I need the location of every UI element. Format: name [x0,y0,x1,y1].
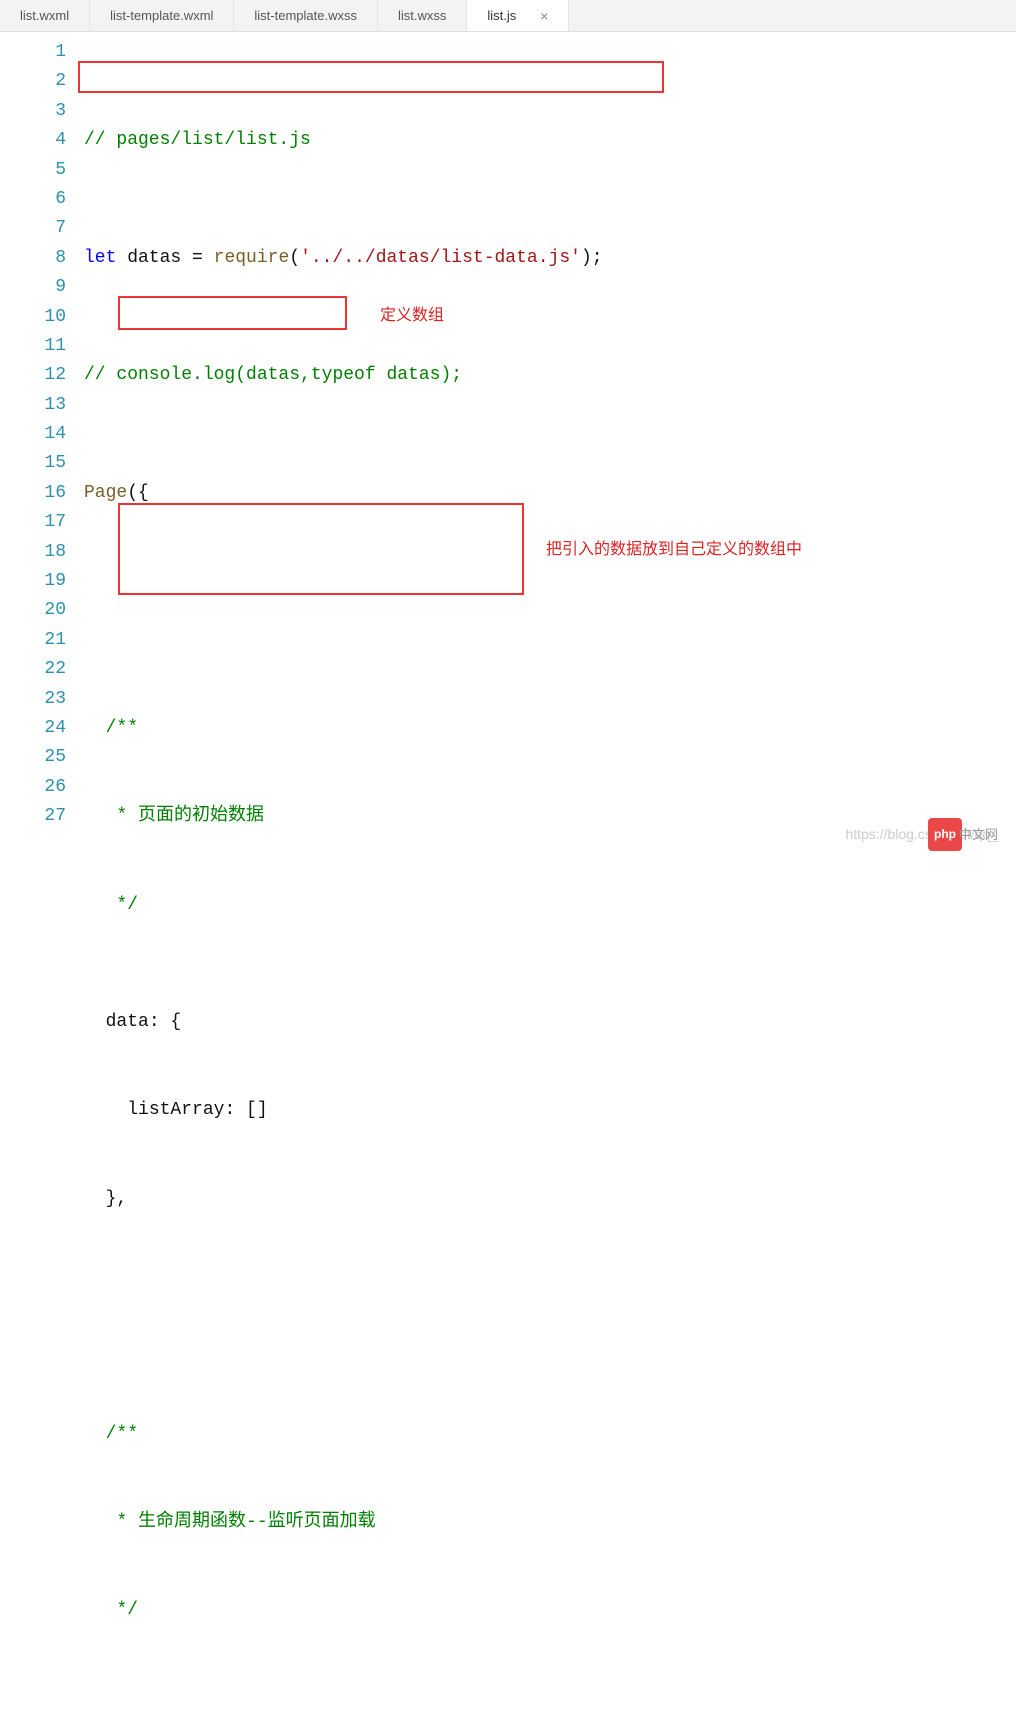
annotation-define-array: 定义数组 [380,301,444,330]
line-number: 15 [0,449,66,478]
line-number: 16 [0,479,66,508]
code-line: /** [84,1420,1016,1449]
line-number: 12 [0,361,66,390]
line-number: 23 [0,685,66,714]
logo-badge: php [928,818,962,851]
tab-list-template-wxml[interactable]: list-template.wxml [90,0,234,31]
code-area[interactable]: // pages/list/list.js let datas = requir… [84,32,1016,855]
line-number-gutter: 1234567891011121314151617181920212223242… [0,32,84,855]
line-number: 2 [0,67,66,96]
code-line [84,597,1016,626]
code-editor[interactable]: 1234567891011121314151617181920212223242… [0,32,1016,855]
line-number: 19 [0,567,66,596]
tab-bar: list.wxml list-template.wxml list-templa… [0,0,1016,32]
line-number: 26 [0,773,66,802]
line-number: 14 [0,420,66,449]
close-icon[interactable]: × [540,8,548,24]
line-number: 7 [0,214,66,243]
code-line: /** [84,714,1016,743]
line-number: 5 [0,156,66,185]
code-line: data: { [84,1008,1016,1037]
annotation-put-data: 把引入的数据放到自己定义的数组中 [546,535,802,564]
code-line: let datas = require('../../datas/list-da… [84,244,1016,273]
line-number: 6 [0,185,66,214]
code-line: // pages/list/list.js [84,126,1016,155]
line-number: 9 [0,273,66,302]
line-number: 1 [0,38,66,67]
code-line: // console.log(datas,typeof datas); [84,361,1016,390]
line-number: 25 [0,743,66,772]
line-number: 17 [0,508,66,537]
line-number: 13 [0,391,66,420]
line-number: 3 [0,97,66,126]
code-line: * 生命周期函数--监听页面加载 [84,1508,1016,1537]
line-number: 20 [0,596,66,625]
code-line: listArray: [] [84,1096,1016,1125]
line-number: 27 [0,802,66,831]
line-number: 24 [0,714,66,743]
code-line: Page({ [84,479,1016,508]
logo-text: 中文网 [959,820,998,849]
tab-list-wxss[interactable]: list.wxss [378,0,467,31]
line-number: 18 [0,538,66,567]
code-line: */ [84,1596,1016,1625]
code-line: }, [84,1185,1016,1214]
tab-list-wxml[interactable]: list.wxml [0,0,90,31]
code-line: */ [84,891,1016,920]
line-number: 4 [0,126,66,155]
code-line [84,1302,1016,1331]
highlight-box-listarray-def [118,296,347,330]
highlight-box-require [78,61,664,93]
line-number: 21 [0,626,66,655]
tab-list-template-wxss[interactable]: list-template.wxss [234,0,378,31]
tab-list-js[interactable]: list.js × [467,0,569,31]
line-number: 22 [0,655,66,684]
line-number: 10 [0,303,66,332]
highlight-box-setdata [118,503,524,595]
line-number: 11 [0,332,66,361]
line-number: 8 [0,244,66,273]
